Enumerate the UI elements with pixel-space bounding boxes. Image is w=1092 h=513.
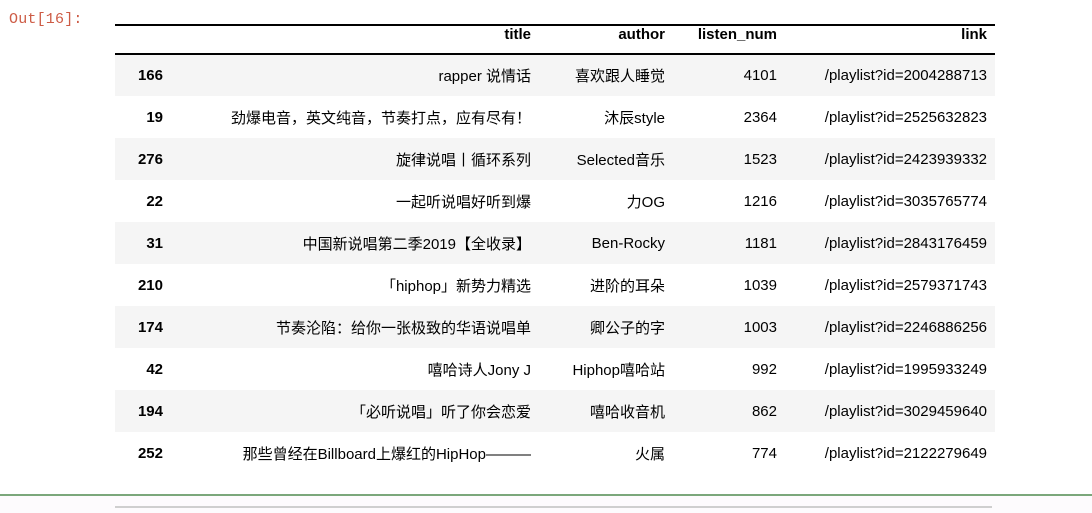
table-row: 252 那些曾经在Billboard上爆红的HipHop——— 火属 774 /…	[115, 432, 995, 474]
column-header-listen-num: listen_num	[673, 24, 785, 55]
cell-author: 喜欢跟人睡觉	[574, 68, 665, 85]
table-row: 174 节奏沦陷：给你一张极致的华语说唱单 卿公子的字 1003 /playli…	[115, 306, 995, 348]
cell-listen-num: 992	[751, 360, 777, 378]
column-header-title: title	[171, 24, 539, 55]
row-index: 210	[137, 276, 163, 294]
cell-link: /playlist?id=2246886256	[824, 318, 987, 336]
cell-link: /playlist?id=3029459640	[824, 402, 987, 420]
cell-author: 力OG	[626, 193, 665, 211]
cell-link: /playlist?id=3035765774	[824, 192, 987, 210]
cell-author: 卿公子的字	[589, 319, 665, 337]
row-index: 174	[137, 318, 163, 336]
cell-listen-num: 1523	[743, 150, 777, 168]
cell-title: 节奏沦陷：给你一张极致的华语说唱单	[275, 319, 531, 337]
cell-link: /playlist?id=2525632823	[824, 108, 987, 126]
cell-link: /playlist?id=2579371743	[824, 276, 987, 294]
cell-listen-num: 774	[751, 444, 777, 462]
cell-author: 嘻哈收音机	[589, 403, 665, 421]
table-row: 276 旋律说唱丨循环系列 Selected音乐 1523 /playlist?…	[115, 138, 995, 180]
cell-listen-num: 4101	[743, 67, 777, 84]
row-index: 42	[146, 360, 163, 378]
row-index: 19	[146, 108, 163, 126]
cell-title: 一起听说唱好听到爆	[395, 193, 531, 211]
table-header: title author listen_num link	[115, 24, 995, 55]
cell-author: Selected音乐	[576, 151, 665, 169]
cell-title: 旋律说唱丨循环系列	[395, 151, 531, 169]
table-row: 22 一起听说唱好听到爆 力OG 1216 /playlist?id=30357…	[115, 180, 995, 222]
table-row: 210 「hiphop」新势力精选 进阶的耳朵 1039 /playlist?i…	[115, 264, 995, 306]
table-body: 166 rapper 说情话 喜欢跟人睡觉 4101 /playlist?id=…	[115, 54, 995, 474]
dataframe-table: title author listen_num link 166 rapper …	[115, 24, 995, 474]
cell-author: 沐辰style	[604, 109, 665, 127]
cell-listen-num: 1216	[743, 192, 777, 210]
cell-link: /playlist?id=2423939332	[824, 150, 987, 168]
header-row: title author listen_num link	[115, 24, 995, 55]
table-row: 166 rapper 说情话 喜欢跟人睡觉 4101 /playlist?id=…	[115, 54, 995, 96]
next-cell-area[interactable]	[0, 496, 1092, 513]
cell-title: 「hiphop」新势力精选	[380, 277, 531, 295]
row-index: 166	[137, 67, 163, 84]
table-row: 31 中国新说唱第二季2019【全收录】 Ben-Rocky 1181 /pla…	[115, 222, 995, 264]
row-index: 252	[137, 444, 163, 462]
cell-link: /playlist?id=1995933249	[824, 360, 987, 378]
column-header-index	[115, 24, 171, 55]
table-row: 42 嘻哈诗人Jony J Hiphop嘻哈站 992 /playlist?id…	[115, 348, 995, 390]
cell-listen-num: 862	[751, 402, 777, 420]
column-header-link: link	[785, 24, 995, 55]
cell-listen-num: 1039	[743, 276, 777, 294]
cell-listen-num: 2364	[743, 108, 777, 126]
cell-listen-num: 1003	[743, 318, 777, 336]
cell-title: 那些曾经在Billboard上爆红的HipHop———	[242, 445, 531, 463]
cell-listen-num: 1181	[744, 234, 777, 252]
cell-title: 「必听说唱」听了你会恋爱	[350, 403, 531, 421]
row-index: 194	[137, 402, 163, 420]
column-header-author: author	[539, 24, 673, 55]
cell-link: /playlist?id=2122279649	[824, 444, 987, 462]
table-row: 194 「必听说唱」听了你会恋爱 嘻哈收音机 862 /playlist?id=…	[115, 390, 995, 432]
table-row: 19 劲爆电音，英文纯音，节奏打点，应有尽有！ 沐辰style 2364 /pl…	[115, 96, 995, 138]
cell-link: /playlist?id=2843176459	[824, 234, 987, 252]
cell-title: 劲爆电音，英文纯音，节奏打点，应有尽有！	[230, 109, 531, 127]
next-cell-input-line[interactable]	[115, 506, 992, 508]
cell-title: 嘻哈诗人Jony J	[427, 361, 531, 379]
row-index: 276	[137, 150, 163, 168]
row-index: 22	[146, 192, 163, 210]
cell-link: /playlist?id=2004288713	[824, 67, 987, 84]
cell-author: 火属	[634, 445, 665, 463]
row-index: 31	[146, 234, 163, 252]
cell-author: Ben-Rocky	[591, 234, 665, 252]
cell-author: Hiphop嘻哈站	[572, 361, 665, 379]
cell-title: rapper 说情话	[438, 68, 531, 85]
cell-title: 中国新说唱第二季2019【全收录】	[302, 235, 531, 253]
dataframe-output: title author listen_num link 166 rapper …	[115, 24, 995, 474]
cell-author: 进阶的耳朵	[589, 277, 665, 295]
output-prompt: Out[16]:	[9, 11, 83, 28]
